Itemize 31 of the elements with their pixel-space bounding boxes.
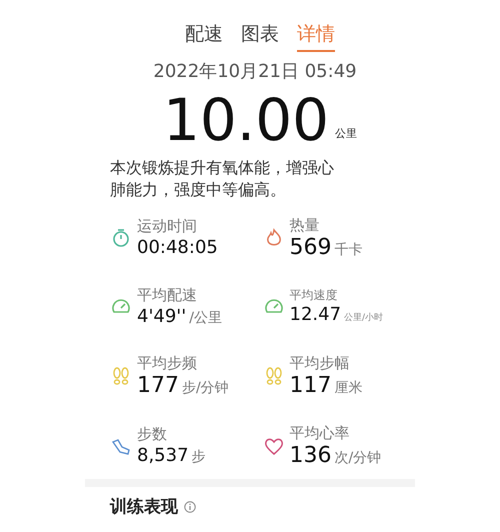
- metric-unit: 次/分钟: [334, 448, 382, 468]
- metric-label: 热量: [290, 214, 320, 234]
- metric-label: 平均步幅: [290, 352, 350, 372]
- metric-unit: 厘米: [334, 378, 362, 398]
- metric-unit: /公里: [189, 308, 222, 328]
- distance-value: 10.00: [162, 86, 330, 152]
- metric-value: 12.47: [290, 302, 342, 326]
- metric-value: 00:48:05: [137, 236, 218, 260]
- view-tab[interactable]: 配速: [185, 20, 223, 52]
- metric-label: 平均配速: [137, 284, 198, 304]
- info-icon[interactable]: [184, 501, 196, 514]
- metric-label: 平均心率: [290, 422, 350, 442]
- workout-date: 2022年10月21日 05:49: [152, 60, 358, 84]
- metric-value: 569: [290, 234, 332, 260]
- metric-unit: 千卡: [334, 240, 362, 260]
- metric-label: 步数: [137, 424, 168, 444]
- metric-label: 平均步频: [137, 352, 198, 372]
- metric-value: 177: [137, 372, 179, 398]
- metric-label: 运动时间: [137, 216, 198, 236]
- metric-label: 平均速度: [290, 286, 338, 302]
- metric-value: 117: [290, 372, 332, 398]
- summary-text: 本次锻炼提升有氧体能，增强心肺能力，强度中等偏高。: [110, 156, 335, 200]
- view-tab[interactable]: 图表: [241, 20, 279, 52]
- metric-unit: 公里/小时: [344, 312, 384, 324]
- metric-unit: 步/分钟: [182, 378, 229, 398]
- metric-value: 4'49'': [137, 304, 186, 328]
- metric-unit: 步: [192, 448, 206, 466]
- distance-unit: 公里: [335, 126, 358, 142]
- metric-value: 136: [290, 442, 332, 468]
- section-title: 训练表现: [110, 496, 178, 518]
- metric-value: 8,537: [137, 444, 189, 468]
